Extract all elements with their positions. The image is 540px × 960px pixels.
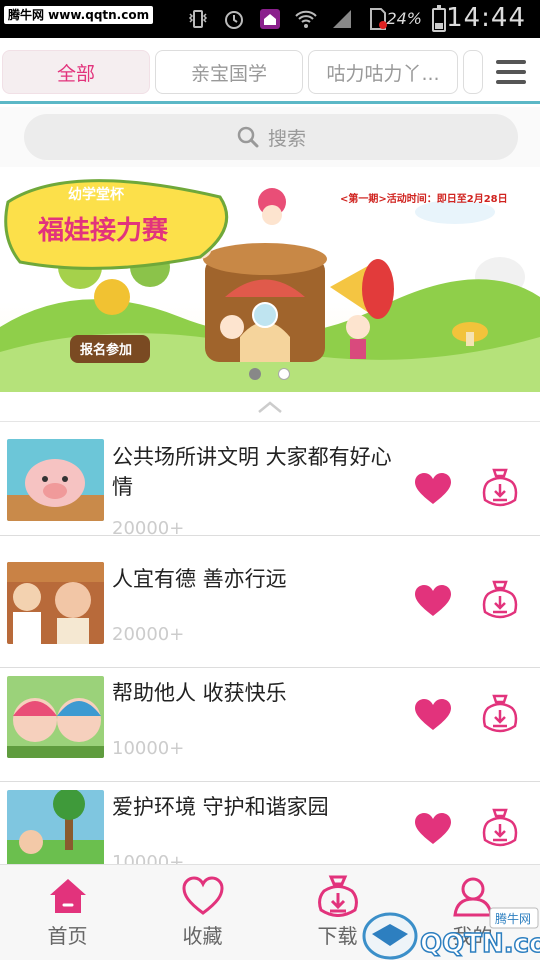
view-count: 20000+ (112, 518, 185, 539)
tab-guli-guli[interactable]: 咕力咕力丫... (308, 50, 458, 94)
thumbnail (7, 790, 104, 864)
item-title: 爱护环境 守护和谐家园 (112, 795, 329, 819)
view-count: 20000+ (112, 624, 185, 645)
tab-all[interactable]: 全部 (2, 50, 150, 94)
download-icon[interactable] (482, 468, 518, 508)
heart-outline-icon (182, 876, 224, 915)
watermark-cn: 腾牛网 (495, 911, 531, 926)
battery-percent: 24% (386, 9, 422, 28)
banner-headline: 福娃接力赛 (37, 215, 169, 246)
favorite-heart-icon[interactable] (414, 698, 452, 732)
view-count: 10000+ (112, 852, 185, 864)
search-input[interactable]: 搜索 (24, 114, 518, 160)
search-icon (237, 126, 259, 148)
list-item[interactable]: 公共场所讲文明 大家都有好心情 20000+ (0, 422, 540, 539)
download-icon[interactable] (482, 808, 518, 848)
wifi-icon (294, 7, 318, 31)
favorite-heart-icon[interactable] (414, 584, 452, 618)
carousel-dot-active[interactable] (249, 368, 261, 380)
thumbnail (7, 562, 104, 644)
list-item[interactable]: 爱护环境 守护和谐家园 10000+ (0, 782, 540, 864)
search-bar-container: 搜索 (0, 107, 540, 167)
tab-more[interactable] (463, 50, 483, 94)
carousel-dot[interactable] (278, 368, 290, 380)
favorite-heart-icon[interactable] (414, 812, 452, 846)
battery-icon (432, 5, 446, 32)
clock: 14:44 (446, 3, 526, 33)
view-count: 10000+ (112, 738, 185, 759)
home-icon (50, 879, 86, 913)
banner-signup-text: 报名参加 (80, 342, 132, 358)
status-icons (186, 7, 390, 31)
watermark-tag: 腾牛网 www.qqtn.com (4, 6, 154, 24)
home-app-icon (258, 7, 282, 31)
content-list: 公共场所讲文明 大家都有好心情 20000+ 人宜有德 善亦行远 20000+ … (0, 422, 540, 864)
menu-icon[interactable] (496, 60, 526, 84)
site-watermark: 腾牛网 QQTN.com (362, 907, 540, 960)
thumbnail (7, 439, 104, 521)
item-title: 人宜有德 善亦行远 (112, 567, 287, 591)
banner-illustration: 幼学堂杯 福娃接力赛 <第一期>活动时间：即日至2月28日 报名参加 (0, 179, 540, 392)
signal-icon (330, 7, 354, 31)
tab-qinbao-guoxue[interactable]: 亲宝国学 (155, 50, 303, 94)
download-icon (318, 875, 358, 917)
nav-home[interactable]: 首页 (0, 865, 135, 960)
item-title: 公共场所讲文明 大家都有好心情 (112, 445, 392, 499)
download-icon[interactable] (482, 694, 518, 734)
chevron-up-icon (258, 400, 282, 413)
collapse-banner-button[interactable] (0, 392, 540, 422)
alarm-icon (222, 7, 246, 31)
list-item[interactable]: 人宜有德 善亦行远 20000+ (0, 554, 540, 668)
list-item[interactable]: 帮助他人 收获快乐 10000+ (0, 668, 540, 782)
watermark-brand: QQTN.com (420, 929, 540, 959)
nav-favorites-label: 收藏 (182, 924, 223, 948)
nav-home-label: 首页 (47, 924, 88, 948)
nav-favorites[interactable]: 收藏 (135, 865, 270, 960)
vibrate-icon (186, 7, 210, 31)
banner-event-text: <第一期>活动时间：即日至2月28日 (340, 192, 508, 205)
item-title: 帮助他人 收获快乐 (112, 681, 287, 705)
category-tab-bar: 全部 亲宝国学 咕力咕力丫... (0, 38, 540, 104)
banner-badge-text: 幼学堂杯 (68, 186, 125, 203)
thumbnail (7, 676, 104, 758)
search-placeholder: 搜索 (267, 127, 306, 150)
favorite-heart-icon[interactable] (414, 472, 452, 506)
download-icon[interactable] (482, 580, 518, 620)
promo-banner[interactable]: 幼学堂杯 福娃接力赛 <第一期>活动时间：即日至2月28日 报名参加 (0, 167, 540, 392)
status-bar: 腾牛网 www.qqtn.com 24% 14:44 (0, 0, 540, 38)
